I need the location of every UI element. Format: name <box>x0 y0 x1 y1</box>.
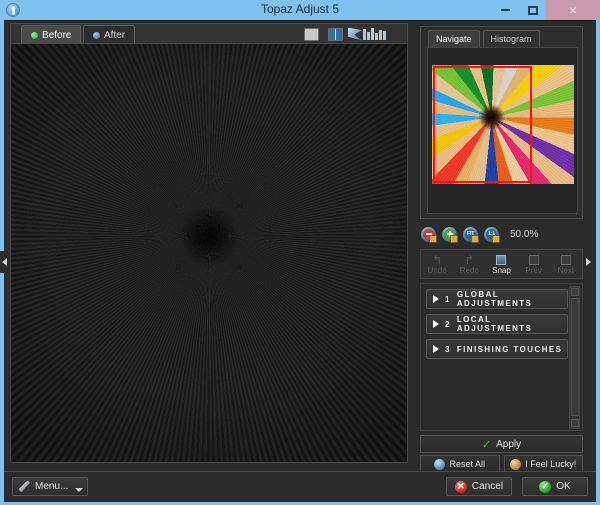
section-finishing-number: 3 <box>445 345 451 354</box>
menu-button[interactable]: Menu... <box>12 477 88 496</box>
zoom-in-button[interactable] <box>441 226 458 243</box>
topaz-labs-logo <box>348 25 404 43</box>
tab-before-label: Before <box>42 30 71 41</box>
fit-icon: FIT <box>465 229 476 240</box>
apply-button[interactable]: ✓ Apply <box>420 435 583 453</box>
action-toolbar: ↰ Undo ↱ Redo Snap Prev Next <box>420 249 583 279</box>
zoom-level-label: 50.0% <box>510 229 538 240</box>
image-workspace: Before After <box>4 21 414 469</box>
one-to-one-icon: 1:1 <box>486 229 497 240</box>
zoom-fit-button[interactable]: FIT <box>462 226 479 243</box>
chevron-right-icon <box>433 320 439 328</box>
ok-label: OK <box>556 481 570 492</box>
plus-icon <box>444 229 455 240</box>
footer-bar: Menu... ✕ Cancel ✓ OK <box>4 471 596 502</box>
apply-label: Apply <box>496 439 521 450</box>
section-finishing-label: FINISHING TOUCHES <box>457 345 562 354</box>
next-snapshot-icon <box>561 253 571 266</box>
chevron-right-icon <box>433 295 439 303</box>
section-local-adjustments[interactable]: 2 LOCAL ADJUSTMENTS <box>426 314 568 334</box>
single-pane-view-icon[interactable] <box>304 28 319 41</box>
minimize-icon <box>501 9 510 11</box>
cancel-label: Cancel <box>472 481 503 492</box>
prev-label: Prev <box>525 266 541 275</box>
i-feel-lucky-label: I Feel Lucky! <box>525 459 576 469</box>
adjustment-sections-list: 1 GLOBAL ADJUSTMENTS 2 LOCAL ADJUSTMENTS… <box>420 283 583 431</box>
tab-after[interactable]: After <box>83 25 135 44</box>
zoom-actual-size-button[interactable]: 1:1 <box>483 226 500 243</box>
cancel-button[interactable]: ✕ Cancel <box>446 477 512 496</box>
undo-arrow-icon: ↰ <box>432 253 442 266</box>
close-button[interactable]: × <box>546 0 600 20</box>
image-view-tabstrip: Before After <box>10 23 408 43</box>
topaz-wordmark-icon <box>363 28 386 40</box>
section-global-number: 1 <box>445 295 451 304</box>
blue-dot-icon <box>93 32 100 39</box>
previous-snapshot-icon <box>529 253 539 266</box>
prev-snapshot-button[interactable]: Prev <box>519 253 549 275</box>
left-panel-collapse-handle[interactable] <box>0 251 8 273</box>
main-frame: Before After <box>4 20 596 501</box>
redo-arrow-icon: ↱ <box>464 253 474 266</box>
topaz-adjust-window: Topaz Adjust 5 × Before After <box>0 0 600 505</box>
next-label: Next <box>558 266 574 275</box>
title-bar: Topaz Adjust 5 × <box>0 0 600 20</box>
navigator-box: Navigate Histogram <box>420 26 583 219</box>
next-snapshot-button[interactable]: Next <box>551 253 581 275</box>
section-global-adjustments[interactable]: 1 GLOBAL ADJUSTMENTS <box>426 289 568 309</box>
check-icon: ✓ <box>482 438 491 451</box>
scroll-up-icon[interactable] <box>571 288 579 296</box>
dropdown-caret-icon <box>75 488 83 492</box>
snap-button[interactable]: Snap <box>486 253 516 275</box>
menu-label: Menu... <box>35 481 68 492</box>
navigator-preview[interactable] <box>432 65 574 184</box>
topaz-swoosh-icon <box>348 28 362 41</box>
tab-after-label: After <box>104 30 125 41</box>
hand-icon <box>510 459 521 470</box>
zoom-controls: FIT 1:1 50.0% <box>420 224 583 244</box>
section-finishing-touches[interactable]: 3 FINISHING TOUCHES <box>426 339 568 359</box>
snapshot-icon <box>496 253 506 266</box>
image-preview-pane[interactable] <box>10 43 408 463</box>
ok-button[interactable]: ✓ OK <box>522 477 588 496</box>
wrench-icon <box>19 481 30 492</box>
maximize-icon <box>528 6 538 15</box>
redo-button[interactable]: ↱ Redo <box>454 253 484 275</box>
chevron-right-icon <box>586 258 591 266</box>
snap-label: Snap <box>492 266 511 275</box>
section-local-label: LOCAL ADJUSTMENTS <box>457 315 567 333</box>
green-dot-icon <box>31 32 38 39</box>
undo-button[interactable]: ↰ Undo <box>422 253 452 275</box>
reset-all-label: Reset All <box>449 459 485 469</box>
maximize-button[interactable] <box>519 0 546 20</box>
navigator-preview-frame <box>427 47 578 214</box>
undo-label: Undo <box>428 266 447 275</box>
redo-label: Redo <box>460 266 479 275</box>
navigator-tabs: Navigate Histogram <box>428 30 540 47</box>
tab-histogram[interactable]: Histogram <box>483 30 540 47</box>
control-panel: Navigate Histogram FIT 1:1 50.0% <box>415 21 588 469</box>
ok-check-icon: ✓ <box>539 481 551 493</box>
minus-icon <box>423 229 434 240</box>
right-panel-collapse-handle[interactable] <box>584 251 592 273</box>
colored-pencils-photo <box>11 44 407 462</box>
zoom-out-button[interactable] <box>420 226 437 243</box>
chevron-left-icon <box>2 258 7 266</box>
minimize-button[interactable] <box>492 0 519 20</box>
section-global-label: GLOBAL ADJUSTMENTS <box>457 290 567 308</box>
split-pane-view-icon[interactable] <box>328 28 343 41</box>
cancel-x-icon: ✕ <box>455 481 467 493</box>
tab-before[interactable]: Before <box>21 25 81 44</box>
sections-scrollbar[interactable] <box>569 286 580 429</box>
scrollbar-thumb[interactable] <box>571 298 579 416</box>
chevron-right-icon <box>433 345 439 353</box>
reset-icon <box>434 459 445 470</box>
close-icon: × <box>569 3 577 17</box>
scroll-down-icon[interactable] <box>571 419 579 427</box>
tab-navigate[interactable]: Navigate <box>428 30 480 47</box>
navigator-thumbnail-photo <box>432 65 574 184</box>
section-local-number: 2 <box>445 320 451 329</box>
